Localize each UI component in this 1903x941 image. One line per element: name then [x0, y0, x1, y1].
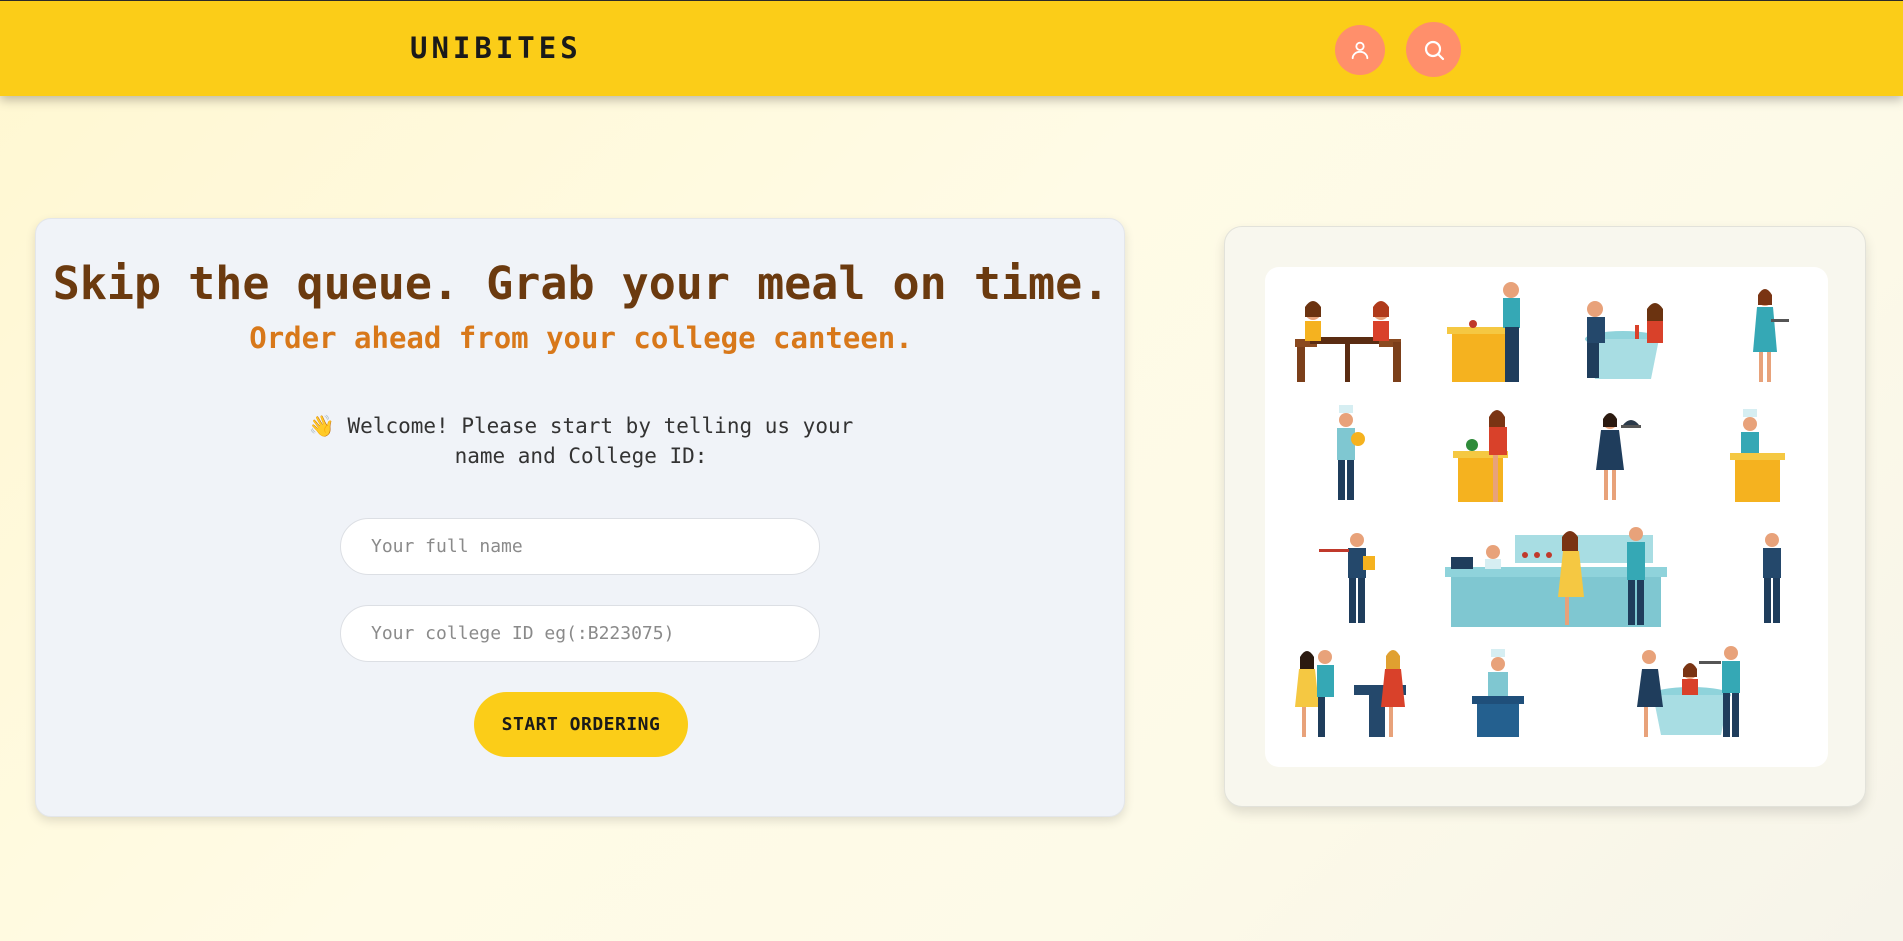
waitress-with-cloche — [1596, 413, 1641, 500]
brand-logo[interactable]: UNIBITES — [410, 31, 582, 65]
waitress — [1753, 289, 1789, 382]
couple-dinner — [1585, 301, 1663, 379]
page-subtitle: Order ahead from your college canteen. — [249, 321, 913, 355]
chef-at-counter — [1730, 409, 1785, 502]
waving-hand-icon: 👋 — [308, 414, 335, 438]
diners-at-table — [1295, 301, 1401, 382]
search-button[interactable] — [1406, 22, 1461, 77]
waiter-standing — [1763, 533, 1781, 623]
welcome-message: 👋 Welcome! Please start by telling us yo… — [306, 411, 856, 471]
chef-at-blue-counter — [1472, 649, 1524, 737]
chef — [1337, 405, 1365, 500]
waiter-at-counter — [1447, 282, 1520, 382]
search-icon — [1424, 40, 1444, 60]
start-ordering-button[interactable]: START ORDERING — [474, 692, 688, 757]
woman-serving — [1453, 410, 1508, 502]
user-icon — [1351, 41, 1369, 60]
welcome-text: Welcome! Please start by telling us your… — [347, 414, 854, 468]
full-name-input[interactable] — [340, 518, 820, 575]
waiter-with-towel — [1319, 533, 1375, 623]
table-service — [1637, 646, 1740, 737]
user-button[interactable] — [1335, 25, 1385, 75]
host-and-guests — [1295, 650, 1406, 737]
top-navbar: UNIBITES — [0, 0, 1903, 96]
illustration-card — [1224, 226, 1866, 807]
welcome-card: Skip the queue. Grab your meal on time. … — [35, 218, 1125, 817]
buffet-counter — [1445, 527, 1667, 627]
college-id-input[interactable] — [340, 605, 820, 662]
page-title: Skip the queue. Grab your meal on time. — [52, 257, 1110, 310]
restaurant-staff-illustration — [1295, 282, 1789, 737]
illustration-panel — [1265, 267, 1828, 767]
